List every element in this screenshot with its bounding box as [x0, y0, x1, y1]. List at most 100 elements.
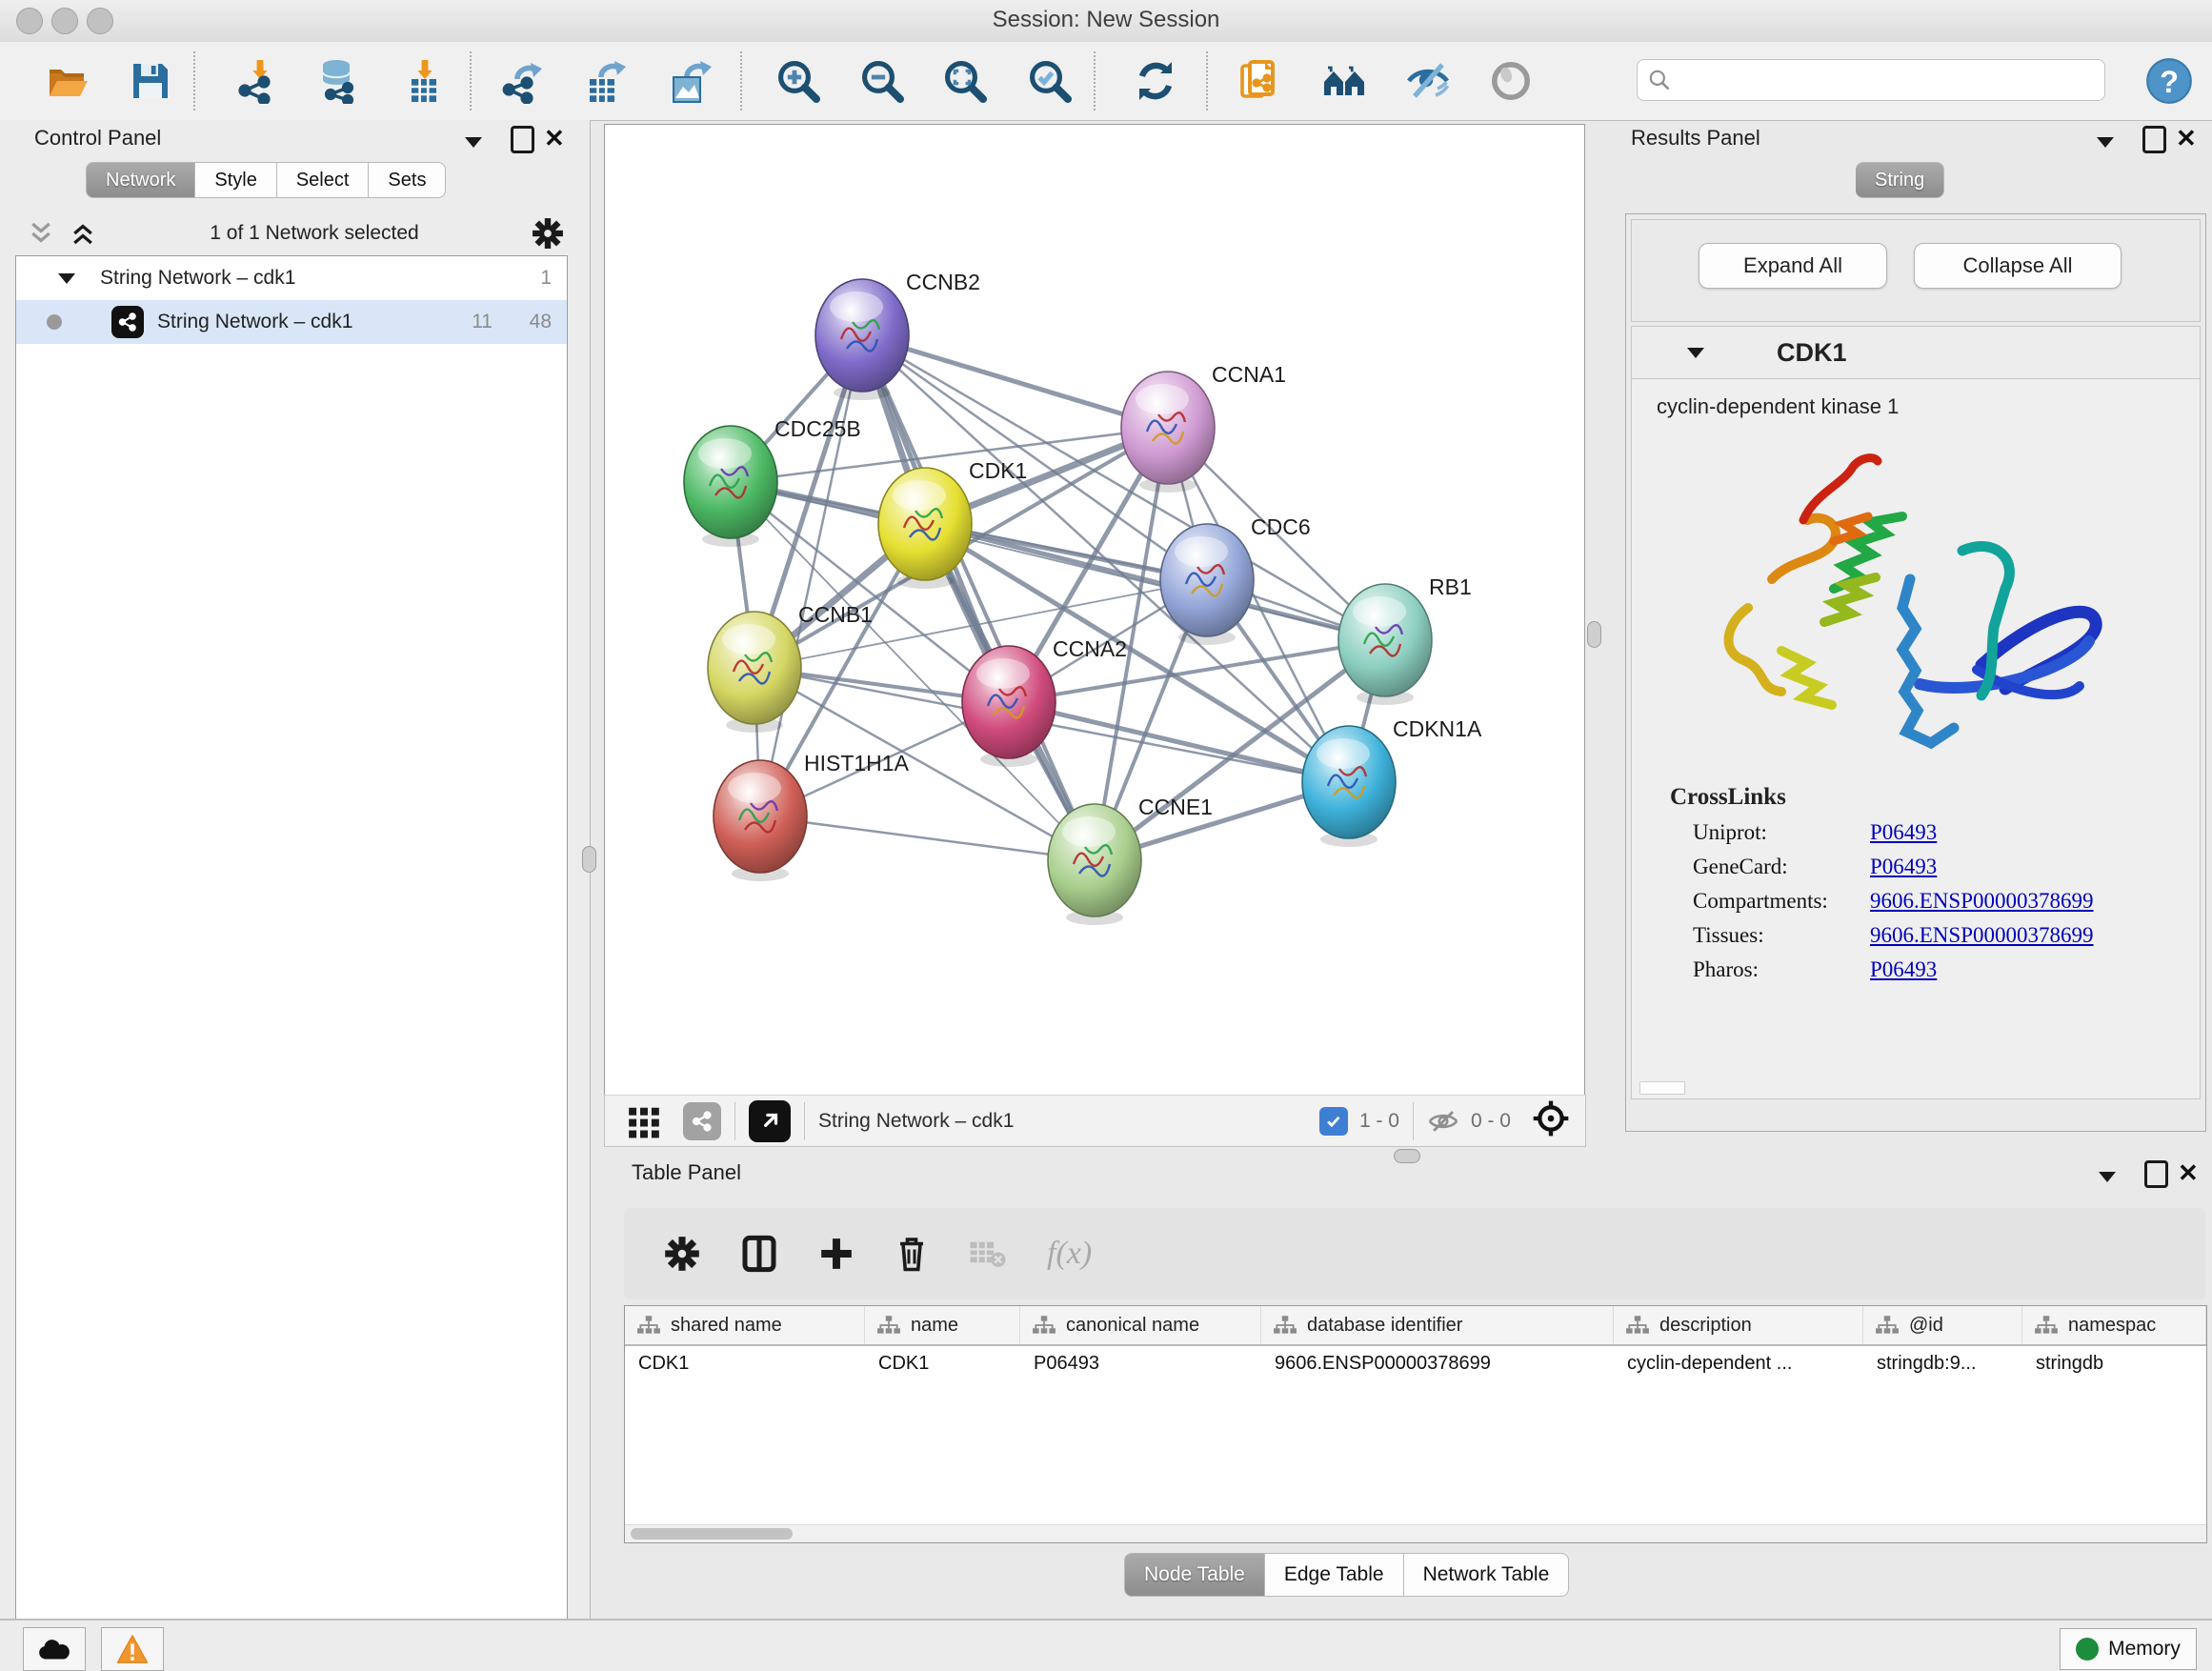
show-column-icon[interactable]	[740, 1235, 778, 1273]
horizontal-scrollbar[interactable]	[625, 1524, 2206, 1542]
network-node-CCNB2[interactable]	[815, 279, 909, 400]
column-header-shared-name[interactable]: shared name	[625, 1306, 865, 1344]
node-label-CCNB1: CCNB1	[798, 602, 873, 627]
network-edge[interactable]	[760, 335, 862, 816]
network-graph[interactable]: CCNB2CCNA1CDC25BCDK1CDC6RB1CCNB1CCNA2HIS…	[605, 125, 1584, 1095]
selected-checkbox-icon[interactable]	[1319, 1107, 1348, 1136]
hide-elements-button[interactable]	[1400, 53, 1456, 109]
splitter-handle[interactable]	[1587, 621, 1601, 648]
tree-expander-icon[interactable]	[58, 273, 75, 284]
crosslink-link[interactable]: P06493	[1870, 820, 1937, 845]
network-edge[interactable]	[862, 335, 1095, 860]
crosslink-link[interactable]: 9606.ENSP00000378699	[1870, 923, 2094, 948]
search-field[interactable]	[1637, 59, 2105, 101]
share-document-button[interactable]	[1232, 53, 1287, 109]
expand-all-button[interactable]: Expand All	[1699, 243, 1887, 289]
crosslink-row: Pharos:P06493	[1693, 957, 2200, 982]
column-header-@id[interactable]: @id	[1863, 1306, 2022, 1344]
tab-network-table[interactable]: Network Table	[1404, 1553, 1570, 1597]
network-node-CDKN1A[interactable]	[1302, 726, 1396, 847]
network-node-CCNB1[interactable]	[708, 612, 801, 733]
save-session-button[interactable]	[123, 53, 178, 109]
network-node-CCNA1[interactable]	[1121, 372, 1215, 493]
panel-close-icon[interactable]: ✕	[544, 124, 565, 152]
open-session-button[interactable]	[39, 53, 94, 109]
string-home-button[interactable]	[1317, 53, 1372, 109]
titlebar: Session: New Session	[0, 0, 2212, 43]
import-network-from-file-button[interactable]	[231, 53, 286, 109]
network-node-RB1[interactable]	[1338, 584, 1432, 705]
export-network-button[interactable]	[495, 53, 551, 109]
collapse-all-icon[interactable]	[27, 219, 55, 248]
panel-menu-icon[interactable]	[2099, 1162, 2116, 1191]
table-row[interactable]: CDK1CDK1P064939606.ENSP00000378699cyclin…	[625, 1346, 2206, 1384]
tab-network[interactable]: Network	[86, 162, 195, 198]
network-edge[interactable]	[925, 524, 1385, 640]
mini-scrollbar[interactable]	[1639, 1081, 1685, 1095]
crosslink-link[interactable]: P06493	[1870, 957, 1937, 982]
panel-close-icon[interactable]: ✕	[2178, 1158, 2199, 1187]
tab-string[interactable]: String	[1856, 162, 1944, 198]
network-row-selected[interactable]: String Network – cdk1 11 48	[16, 300, 567, 344]
apply-layout-button[interactable]	[1128, 53, 1183, 109]
detach-view-icon[interactable]	[749, 1100, 791, 1142]
memory-button[interactable]: Memory	[2060, 1628, 2197, 1670]
panel-float-icon[interactable]	[2142, 125, 2166, 153]
column-header-canonical-name[interactable]: canonical name	[1020, 1306, 1261, 1344]
delete-column-icon[interactable]	[895, 1235, 929, 1273]
crosslink-link[interactable]: P06493	[1870, 855, 1937, 879]
panel-menu-icon[interactable]	[465, 128, 482, 156]
column-header-database-identifier[interactable]: database identifier	[1261, 1306, 1614, 1344]
panel-close-icon[interactable]: ✕	[2176, 124, 2197, 152]
column-header-label: canonical name	[1066, 1315, 1199, 1337]
hidden-eye-icon	[1427, 1109, 1459, 1134]
warnings-button[interactable]	[101, 1627, 164, 1671]
column-header-description[interactable]: description	[1614, 1306, 1863, 1344]
zoom-in-button[interactable]	[771, 53, 826, 109]
network-node-CCNE1[interactable]	[1048, 804, 1141, 925]
table-cell: 9606.ENSP00000378699	[1261, 1346, 1614, 1384]
tab-node-table[interactable]: Node Table	[1124, 1553, 1265, 1597]
create-column-icon[interactable]	[818, 1236, 855, 1272]
crosslink-link[interactable]: 9606.ENSP00000378699	[1870, 889, 2094, 914]
toolbar-separator	[470, 51, 472, 111]
column-header-name[interactable]: name	[865, 1306, 1020, 1344]
tab-select[interactable]: Select	[277, 162, 370, 198]
birdseye-toggle-icon[interactable]	[1532, 1099, 1570, 1142]
tab-sets[interactable]: Sets	[369, 162, 446, 198]
grid-view-icon[interactable]	[626, 1103, 662, 1139]
import-network-from-database-button[interactable]	[311, 53, 366, 109]
tab-style[interactable]: Style	[195, 162, 276, 198]
network-edge[interactable]	[760, 816, 1095, 860]
panel-menu-icon[interactable]	[2097, 128, 2114, 156]
collapse-all-button[interactable]: Collapse All	[1914, 243, 2122, 289]
panel-float-icon[interactable]	[511, 125, 534, 153]
table-settings-gear-icon[interactable]	[664, 1236, 700, 1272]
column-header-label: shared name	[671, 1315, 782, 1337]
panel-float-icon[interactable]	[2144, 1159, 2168, 1188]
network-node-CDC25B[interactable]	[684, 426, 777, 547]
cdk1-entry-header[interactable]: CDK1	[1632, 327, 2200, 379]
splitter-handle[interactable]	[582, 846, 596, 873]
entry-expander-icon[interactable]	[1687, 348, 1704, 358]
network-collection-row[interactable]: String Network – cdk1 1	[16, 256, 567, 300]
zoom-selected-button[interactable]	[1022, 53, 1077, 109]
cloud-tasks-button[interactable]	[23, 1627, 86, 1671]
import-table-button[interactable]	[395, 53, 451, 109]
help-button[interactable]: ?	[2142, 53, 2197, 109]
show-elements-button[interactable]	[1483, 53, 1538, 109]
zoom-out-button[interactable]	[855, 53, 910, 109]
tab-edge-table[interactable]: Edge Table	[1265, 1553, 1404, 1597]
network-node-HIST1H1A[interactable]	[714, 760, 807, 881]
expand-all-icon[interactable]	[69, 219, 97, 248]
column-header-namespac[interactable]: namespac	[2022, 1306, 2206, 1344]
scrollbar-thumb[interactable]	[631, 1528, 793, 1540]
export-image-button[interactable]	[663, 53, 718, 109]
string-view-icon[interactable]	[683, 1102, 721, 1140]
network-edge[interactable]	[1009, 702, 1349, 782]
gear-icon[interactable]	[532, 217, 564, 250]
zoom-fit-button[interactable]	[937, 53, 993, 109]
network-canvas[interactable]: CCNB2CCNA1CDC25BCDK1CDC6RB1CCNB1CCNA2HIS…	[604, 124, 1585, 1096]
search-input[interactable]	[1672, 69, 2095, 92]
export-table-button[interactable]	[579, 53, 634, 109]
